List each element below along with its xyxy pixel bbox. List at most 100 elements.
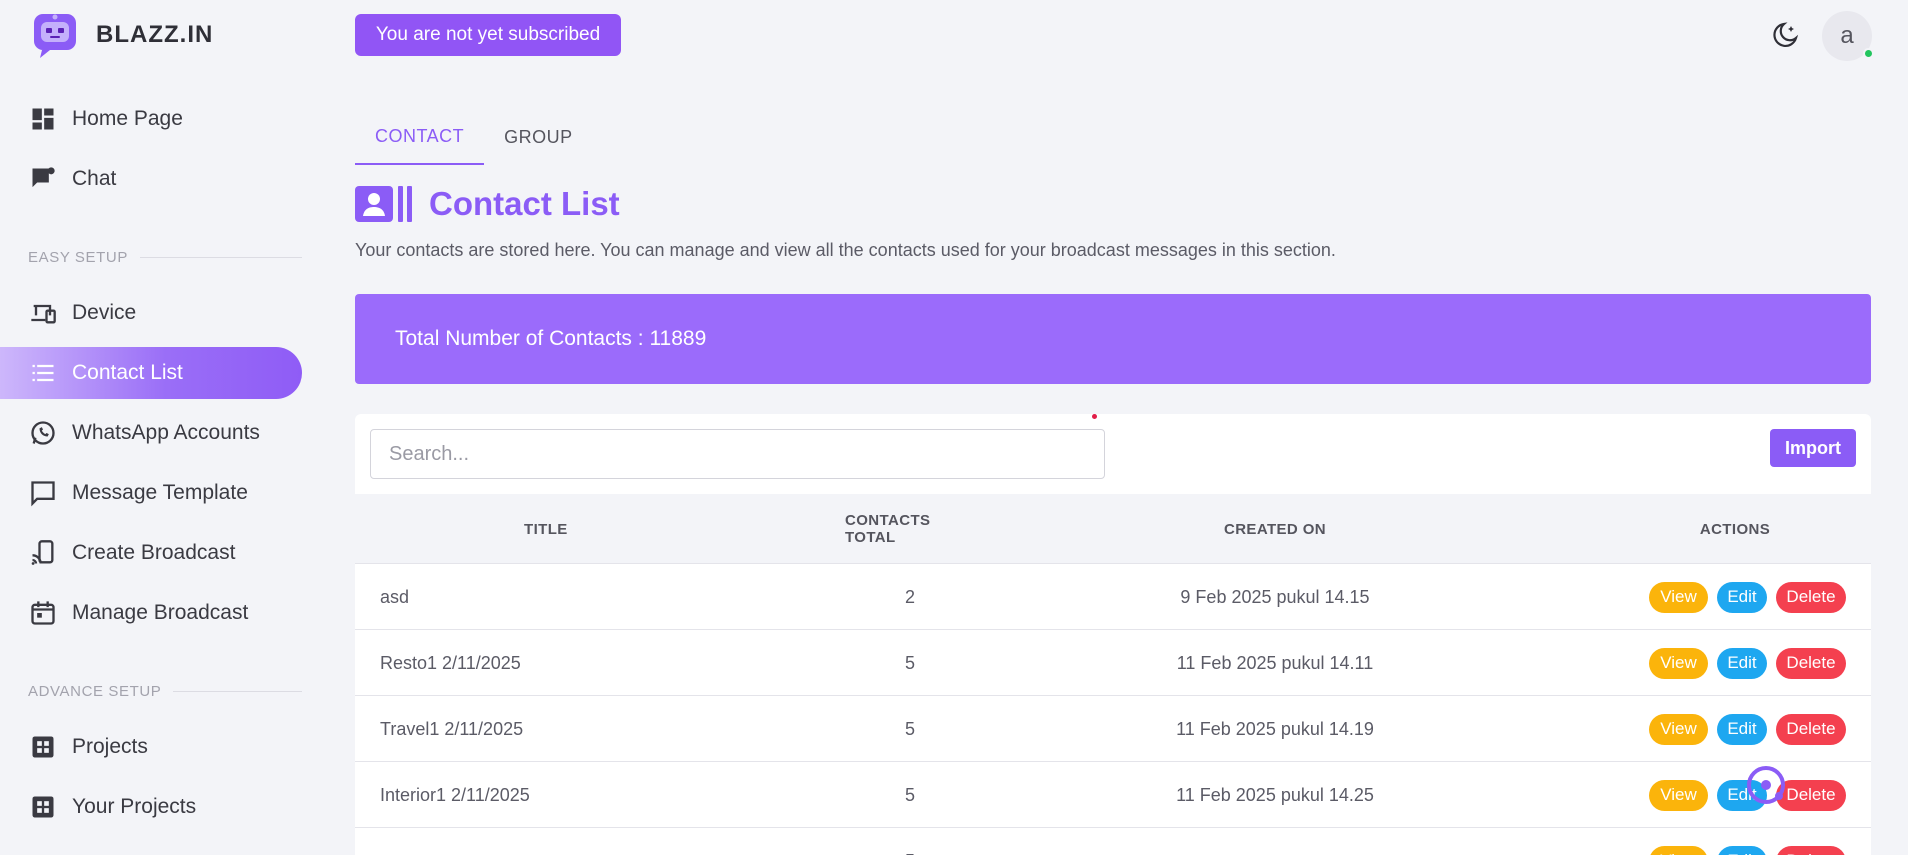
sidebar: BLAZZ.IN Home Page Chat EASY SETUP Devic… <box>0 0 310 855</box>
table-row: Travel1 2/11/2025 5 11 Feb 2025 pukul 14… <box>355 696 1871 762</box>
tab-group[interactable]: GROUP <box>484 110 593 165</box>
contact-table-card: Import TITLE CONTACTS TOTAL CREATED ON A… <box>355 414 1871 855</box>
tab-bar: CONTACT GROUP <box>355 110 593 165</box>
row-actions: View Edit Delete <box>1649 630 1846 696</box>
cell-contacts-total: 2 <box>904 586 915 607</box>
table-row: Resto1 2/11/2025 5 11 Feb 2025 pukul 14.… <box>355 630 1871 696</box>
edit-button[interactable]: Edit <box>1717 647 1767 679</box>
cell-contacts-total: 5 <box>904 784 915 805</box>
cell-title: Travel1 2/11/2025 <box>380 718 524 739</box>
cursor-indicator-icon <box>1747 766 1785 804</box>
sidebar-item-create-broadcast[interactable]: Create Broadcast <box>0 527 302 579</box>
sidebar-item-label: Message Template <box>72 481 248 504</box>
section-easy-setup: EASY SETUP <box>28 249 302 266</box>
indicator-dot <box>1092 414 1097 419</box>
row-actions: View Edit Delete <box>1649 696 1846 762</box>
cell-title: asd <box>380 586 410 607</box>
subscription-badge[interactable]: You are not yet subscribed <box>355 14 621 56</box>
column-header-contacts-total: CONTACTS TOTAL <box>845 512 931 546</box>
cell-contacts-total: 5 <box>904 652 915 673</box>
avatar[interactable]: a <box>1822 11 1874 61</box>
dark-mode-toggle-icon[interactable] <box>1770 20 1800 50</box>
table-row: 5 View Edit Delete <box>355 828 1871 855</box>
view-button[interactable]: View <box>1649 779 1708 811</box>
sidebar-item-whatsapp-accounts[interactable]: WhatsApp Accounts <box>0 407 302 459</box>
dashboard-icon <box>28 104 58 134</box>
section-advance-setup: ADVANCE SETUP <box>28 683 302 700</box>
divider <box>139 257 302 258</box>
avatar-initial: a <box>1840 22 1854 49</box>
cell-title: Resto1 2/11/2025 <box>380 652 521 673</box>
sidebar-item-contact-list[interactable]: Contact List <box>0 347 302 399</box>
delete-button[interactable]: Delete <box>1776 581 1846 613</box>
page-title: Contact List <box>429 185 620 222</box>
sidebar-item-label: Your Projects <box>72 795 197 818</box>
delete-button[interactable]: Delete <box>1776 647 1846 679</box>
column-header-created-on: CREATED ON <box>1223 520 1327 538</box>
cell-created-on <box>1145 828 1405 855</box>
sidebar-item-projects[interactable]: Projects <box>0 721 302 773</box>
sidebar-item-home-page[interactable]: Home Page <box>0 93 302 145</box>
view-button[interactable]: View <box>1649 647 1708 679</box>
edit-button[interactable]: Edit <box>1717 845 1767 855</box>
sidebar-item-manage-broadcast[interactable]: Manage Broadcast <box>0 587 302 639</box>
cell-title: Interior1 2/11/2025 <box>380 784 530 805</box>
sidebar-item-your-projects[interactable]: Your Projects <box>0 781 302 833</box>
total-contacts-text: Total Number of Contacts : 11889 <box>395 327 707 350</box>
sidebar-item-label: Contact List <box>72 361 183 384</box>
sidebar-item-chat[interactable]: Chat <box>0 153 302 205</box>
sidebar-item-label: Home Page <box>72 107 183 130</box>
view-button[interactable]: View <box>1649 581 1708 613</box>
cell-created-on: 11 Feb 2025 pukul 14.19 <box>1176 718 1374 739</box>
sidebar-item-device[interactable]: Device <box>0 287 302 339</box>
section-label-text: ADVANCE SETUP <box>28 683 162 700</box>
section-label-text: EASY SETUP <box>28 249 128 266</box>
cell-contacts-total: 5 <box>845 828 975 855</box>
devices-icon <box>28 298 58 328</box>
online-status-dot <box>1863 48 1874 59</box>
table-row: asd 2 9 Feb 2025 pukul 14.15 View Edit D… <box>355 564 1871 630</box>
page-description: Your contacts are stored here. You can m… <box>355 240 1336 260</box>
sidebar-item-label: Create Broadcast <box>72 541 236 564</box>
brand-name: BLAZZ.IN <box>96 21 214 48</box>
divider <box>173 691 302 692</box>
grid-icon <box>28 792 58 822</box>
edit-button[interactable]: Edit <box>1717 713 1767 745</box>
table-row: Interior1 2/11/2025 5 11 Feb 2025 pukul … <box>355 762 1871 828</box>
cell-created-on: 11 Feb 2025 pukul 14.11 <box>1176 652 1374 673</box>
brand[interactable]: BLAZZ.IN <box>30 10 213 60</box>
table-header: TITLE CONTACTS TOTAL CREATED ON ACTIONS <box>355 494 1871 564</box>
cell-created-on: 11 Feb 2025 pukul 14.25 <box>1176 784 1374 805</box>
sidebar-item-label: Chat <box>72 167 117 190</box>
logo-icon <box>34 14 76 58</box>
grid-icon <box>28 732 58 762</box>
sidebar-item-label: WhatsApp Accounts <box>72 421 260 444</box>
broadcast-icon <box>28 538 58 568</box>
contact-list-icon <box>355 186 412 222</box>
cell-created-on: 9 Feb 2025 pukul 14.15 <box>1180 586 1370 607</box>
row-actions: View Edit Delete <box>1649 828 1846 855</box>
page-header: Contact List <box>355 184 620 224</box>
view-button[interactable]: View <box>1649 713 1708 745</box>
calendar-icon <box>28 598 58 628</box>
tab-contact[interactable]: CONTACT <box>355 110 485 165</box>
sidebar-item-message-template[interactable]: Message Template <box>0 467 302 519</box>
list-icon <box>28 358 58 388</box>
view-button[interactable]: View <box>1649 845 1708 855</box>
delete-button[interactable]: Delete <box>1776 845 1846 855</box>
import-button[interactable]: Import <box>1770 429 1856 467</box>
total-contacts-banner: Total Number of Contacts : 11889 <box>355 294 1871 384</box>
message-icon <box>28 478 58 508</box>
chat-icon <box>28 164 58 194</box>
sidebar-item-label: Projects <box>72 735 148 758</box>
sidebar-item-label: Manage Broadcast <box>72 601 249 624</box>
search-input[interactable] <box>370 429 1105 479</box>
row-actions: View Edit Delete <box>1649 564 1846 630</box>
cell-contacts-total: 5 <box>904 718 915 739</box>
delete-button[interactable]: Delete <box>1776 713 1846 745</box>
edit-button[interactable]: Edit <box>1717 581 1767 613</box>
whatsapp-icon <box>28 418 58 448</box>
column-header-title: TITLE <box>524 520 568 538</box>
sidebar-item-label: Device <box>72 301 137 324</box>
column-header-actions: ACTIONS <box>1699 520 1771 538</box>
